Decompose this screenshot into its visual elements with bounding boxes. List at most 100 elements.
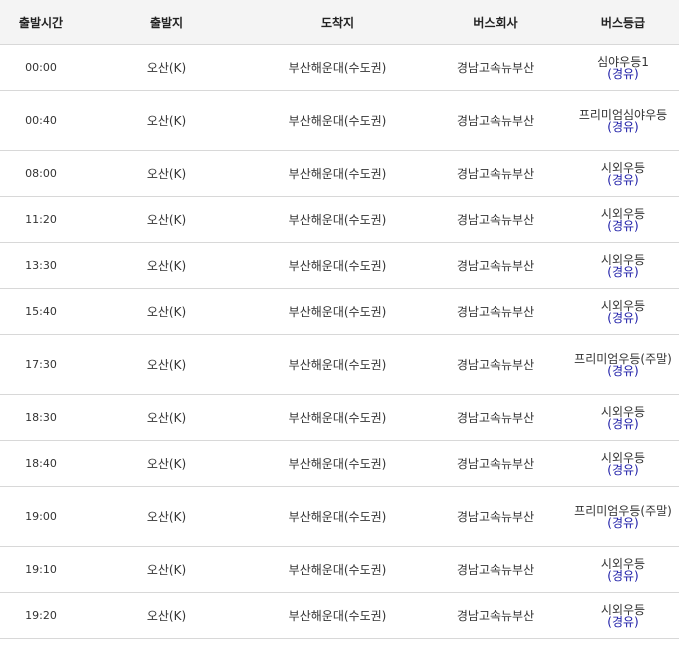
bus-company-cell: 경남고속뉴부산 <box>424 242 567 289</box>
origin-cell: 오산(K) <box>82 196 251 243</box>
bus-company-cell: 경남고속뉴부산 <box>424 334 567 395</box>
table-row[interactable]: 15:40 오산(K) 부산해운대(수도권) 경남고속뉴부산 시외우등 (경유) <box>0 288 679 335</box>
bus-grade-label: 시외우등 <box>600 404 646 419</box>
table-row[interactable]: 19:10 오산(K) 부산해운대(수도권) 경남고속뉴부산 시외우등 (경유) <box>0 546 679 593</box>
departure-time-cell: 18:40 <box>0 440 82 487</box>
table-row[interactable]: 19:00 오산(K) 부산해운대(수도권) 경남고속뉴부산 프리미엄우등(주말) (경유… <box>0 486 679 547</box>
table-row[interactable]: 19:20 오산(K) 부산해운대(수도권) 경남고속뉴부산 시외우등 (경유) <box>0 592 679 639</box>
bus-grade-label: 시외우등 <box>600 602 646 617</box>
bus-grade-label: 시외우등 <box>600 206 646 221</box>
bus-company-cell: 경남고속뉴부산 <box>424 592 567 639</box>
table-row[interactable]: 11:20 오산(K) 부산해운대(수도권) 경남고속뉴부산 시외우등 (경유) <box>0 196 679 243</box>
fuel-type-label: (경유) <box>607 66 639 81</box>
bus-schedule-table: 출발시간 출발지 도착지 버스회사 버스등급 00:00 오산(K) 부산해운대(수… <box>0 0 679 639</box>
departure-time-cell: 08:00 <box>0 150 82 197</box>
bus-grade-cell: 시외우등 (경유) <box>567 288 679 335</box>
bus-grade-cell: 시외우등 (경유) <box>567 592 679 639</box>
header-bus-grade: 버스등급 <box>567 0 679 45</box>
table-row[interactable]: 18:40 오산(K) 부산해운대(수도권) 경남고속뉴부산 시외우등 (경유) <box>0 440 679 487</box>
fuel-type-label: (경유) <box>607 119 639 134</box>
bus-company-cell: 경남고속뉴부산 <box>424 394 567 441</box>
departure-time-cell: 13:30 <box>0 242 82 289</box>
table-row[interactable]: 00:40 오산(K) 부산해운대(수도권) 경남고속뉴부산 프리미엄심야우등 (경유) <box>0 90 679 151</box>
fuel-type-label: (경유) <box>607 416 639 431</box>
bus-grade-cell: 프리미엄우등(주말) (경유) <box>567 334 679 395</box>
departure-time-cell: 11:20 <box>0 196 82 243</box>
fuel-type-label: (경유) <box>607 462 639 477</box>
table-body: 00:00 오산(K) 부산해운대(수도권) 경남고속뉴부산 심야우등1 (경유) 00:4… <box>0 44 679 639</box>
bus-company-cell: 경남고속뉴부산 <box>424 90 567 151</box>
fuel-type-label: (경유) <box>607 310 639 325</box>
destination-cell: 부산해운대(수도권) <box>251 44 424 91</box>
destination-cell: 부산해운대(수도권) <box>251 334 424 395</box>
origin-cell: 오산(K) <box>82 592 251 639</box>
fuel-type-label: (경유) <box>607 363 639 378</box>
fuel-type-label: (경유) <box>607 568 639 583</box>
destination-cell: 부산해운대(수도권) <box>251 486 424 547</box>
origin-cell: 오산(K) <box>82 44 251 91</box>
destination-cell: 부산해운대(수도권) <box>251 242 424 289</box>
bus-grade-cell: 시외우등 (경유) <box>567 242 679 289</box>
departure-time-cell: 17:30 <box>0 334 82 395</box>
bus-grade-label: 프리미엄우등(주말) <box>574 351 672 366</box>
destination-cell: 부산해운대(수도권) <box>251 196 424 243</box>
bus-grade-cell: 프리미엄심야우등 (경유) <box>567 90 679 151</box>
fuel-type-label: (경유) <box>607 218 639 233</box>
header-departure-time: 출발시간 <box>0 0 82 45</box>
destination-cell: 부산해운대(수도권) <box>251 592 424 639</box>
destination-cell: 부산해운대(수도권) <box>251 394 424 441</box>
bus-grade-cell: 심야우등1 (경유) <box>567 44 679 91</box>
origin-cell: 오산(K) <box>82 150 251 197</box>
bus-grade-cell: 시외우등 (경유) <box>567 150 679 197</box>
fuel-type-label: (경유) <box>607 172 639 187</box>
bus-grade-cell: 시외우등 (경유) <box>567 394 679 441</box>
bus-company-cell: 경남고속뉴부산 <box>424 44 567 91</box>
origin-cell: 오산(K) <box>82 440 251 487</box>
bus-grade-label: 시외우등 <box>600 298 646 313</box>
departure-time-cell: 00:40 <box>0 90 82 151</box>
bus-company-cell: 경남고속뉴부산 <box>424 288 567 335</box>
bus-company-cell: 경남고속뉴부산 <box>424 150 567 197</box>
bus-grade-label: 시외우등 <box>600 556 646 571</box>
departure-time-cell: 00:00 <box>0 44 82 91</box>
bus-grade-label: 시외우등 <box>600 450 646 465</box>
destination-cell: 부산해운대(수도권) <box>251 90 424 151</box>
bus-grade-label: 시외우등 <box>600 252 646 267</box>
bus-grade-label: 시외우등 <box>600 160 646 175</box>
destination-cell: 부산해운대(수도권) <box>251 150 424 197</box>
fuel-type-label: (경유) <box>607 515 639 530</box>
departure-time-cell: 19:00 <box>0 486 82 547</box>
fuel-type-label: (경유) <box>607 614 639 629</box>
header-destination: 도착지 <box>251 0 424 45</box>
bus-grade-label: 프리미엄심야우등 <box>578 107 668 122</box>
table-row[interactable]: 00:00 오산(K) 부산해운대(수도권) 경남고속뉴부산 심야우등1 (경유) <box>0 44 679 91</box>
bus-grade-cell: 시외우등 (경유) <box>567 196 679 243</box>
bus-company-cell: 경남고속뉴부산 <box>424 486 567 547</box>
bus-grade-cell: 프리미엄우등(주말) (경유) <box>567 486 679 547</box>
origin-cell: 오산(K) <box>82 334 251 395</box>
table-row[interactable]: 18:30 오산(K) 부산해운대(수도권) 경남고속뉴부산 시외우등 (경유) <box>0 394 679 441</box>
bus-grade-label: 심야우등1 <box>597 54 649 69</box>
destination-cell: 부산해운대(수도권) <box>251 288 424 335</box>
origin-cell: 오산(K) <box>82 394 251 441</box>
header-origin: 출발지 <box>82 0 251 45</box>
origin-cell: 오산(K) <box>82 242 251 289</box>
table-row[interactable]: 13:30 오산(K) 부산해운대(수도권) 경남고속뉴부산 시외우등 (경유) <box>0 242 679 289</box>
bus-grade-label: 프리미엄우등(주말) <box>574 503 672 518</box>
departure-time-cell: 19:10 <box>0 546 82 593</box>
departure-time-cell: 15:40 <box>0 288 82 335</box>
bus-grade-cell: 시외우등 (경유) <box>567 440 679 487</box>
bus-company-cell: 경남고속뉴부산 <box>424 440 567 487</box>
origin-cell: 오산(K) <box>82 288 251 335</box>
origin-cell: 오산(K) <box>82 90 251 151</box>
origin-cell: 오산(K) <box>82 546 251 593</box>
bus-company-cell: 경남고속뉴부산 <box>424 546 567 593</box>
bus-grade-cell: 시외우등 (경유) <box>567 546 679 593</box>
table-header-row: 출발시간 출발지 도착지 버스회사 버스등급 <box>0 0 679 45</box>
departure-time-cell: 18:30 <box>0 394 82 441</box>
origin-cell: 오산(K) <box>82 486 251 547</box>
table-row[interactable]: 17:30 오산(K) 부산해운대(수도권) 경남고속뉴부산 프리미엄우등(주말) (경유… <box>0 334 679 395</box>
destination-cell: 부산해운대(수도권) <box>251 440 424 487</box>
destination-cell: 부산해운대(수도권) <box>251 546 424 593</box>
table-row[interactable]: 08:00 오산(K) 부산해운대(수도권) 경남고속뉴부산 시외우등 (경유) <box>0 150 679 197</box>
